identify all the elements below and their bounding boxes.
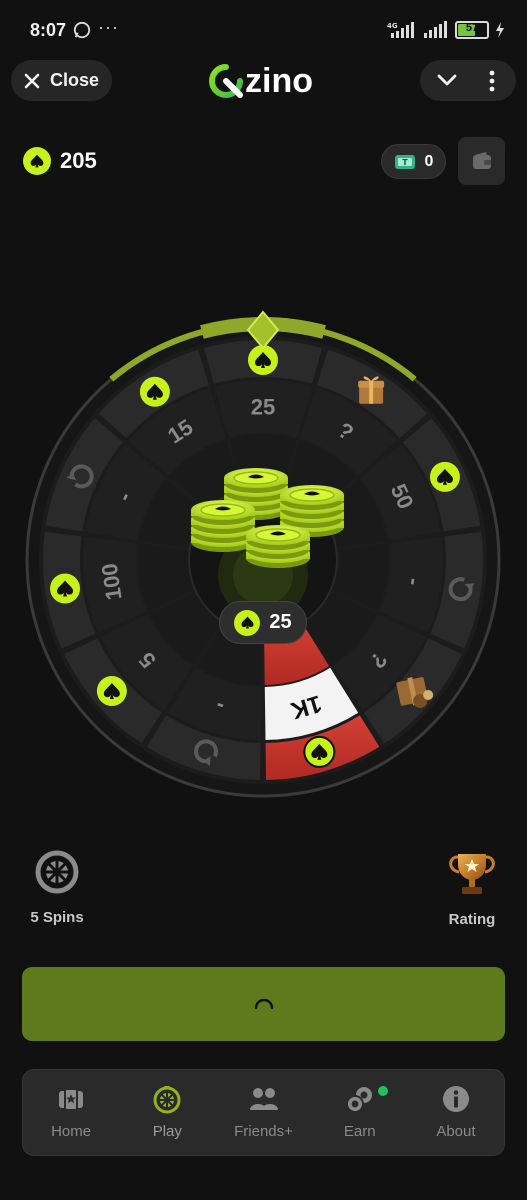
coin-stack <box>191 500 255 552</box>
nav-about[interactable]: About <box>408 1070 504 1155</box>
spade-coin-icon <box>234 609 261 636</box>
nav-play-label: Play <box>152 1123 182 1140</box>
loading-spinner-icon <box>254 998 273 1010</box>
nav-home[interactable]: Home <box>23 1070 119 1155</box>
current-bet-value: 25 <box>269 611 292 633</box>
coin-stack <box>246 525 310 568</box>
wheel-prize-label: 25 <box>251 395 275 420</box>
spin-button[interactable] <box>22 967 505 1041</box>
signal-4g-icon: 4G <box>387 22 414 38</box>
spade-prize-icon <box>303 735 336 768</box>
rating-button[interactable]: Rating <box>436 848 508 928</box>
status-bar: 8:07 ··· 4G 57 <box>0 0 527 60</box>
wheel-icon <box>153 1086 181 1114</box>
spade-coin-icon <box>23 147 51 175</box>
bottom-nav: Home Play Friends+ Earn About <box>22 1069 505 1156</box>
charging-icon <box>496 22 504 38</box>
close-button[interactable]: Close <box>11 60 112 101</box>
wheel-body: 25?50-?1K-5100-15 <box>25 310 501 798</box>
ton-balance[interactable]: T 0 <box>381 144 446 179</box>
friends-icon <box>249 1088 278 1110</box>
wheel-icon <box>35 850 79 894</box>
coins-icon <box>345 1087 372 1113</box>
nav-earn[interactable]: Earn <box>312 1070 408 1155</box>
logo-mark-icon <box>209 64 243 98</box>
ticket-icon: T <box>394 154 415 169</box>
status-time: 8:07 <box>30 20 67 40</box>
more-options-icon[interactable] <box>488 70 496 92</box>
more-notifications-icon: ··· <box>98 17 119 37</box>
svg-text:T: T <box>402 158 408 167</box>
svg-text:4G: 4G <box>387 22 398 30</box>
chevron-down-icon[interactable] <box>437 73 457 87</box>
nav-home-label: Home <box>51 1123 92 1140</box>
battery-icon: 57 <box>455 21 489 39</box>
spade-prize-icon <box>139 376 170 407</box>
notification-dot <box>377 1086 388 1096</box>
spade-prize-icon <box>96 675 127 706</box>
menu-controls <box>420 60 516 101</box>
ton-value: 0 <box>424 152 434 170</box>
wheel-prize-label: 100 <box>97 562 127 602</box>
wallet-button[interactable] <box>458 137 505 185</box>
spade-prize-icon <box>429 461 460 492</box>
home-icon <box>59 1088 84 1111</box>
trophy-icon <box>449 854 495 894</box>
spade-prize-icon <box>50 573 81 604</box>
rating-label: Rating <box>448 911 496 928</box>
whatsapp-icon <box>73 21 91 39</box>
spins-counter[interactable]: 5 Spins <box>22 848 92 926</box>
signal-icon <box>424 21 447 38</box>
top-bar: Close zino <box>0 60 527 104</box>
prize-wheel[interactable]: 25?50-?1K-5100-15 <box>18 310 508 810</box>
nav-about-label: About <box>436 1123 476 1140</box>
wallet-icon <box>472 152 491 169</box>
app-logo: zino <box>209 62 313 100</box>
close-icon <box>24 73 40 88</box>
current-bet-badge: 25 <box>219 601 307 644</box>
logo-text: zino <box>245 61 313 100</box>
nav-friends[interactable]: Friends+ <box>215 1070 311 1155</box>
nav-friends-label: Friends+ <box>234 1123 293 1140</box>
system-indicators: 4G 57 <box>387 20 505 40</box>
nav-play[interactable]: Play <box>119 1070 215 1155</box>
spins-label: 5 Spins <box>30 909 84 926</box>
info-icon <box>442 1086 469 1112</box>
nav-earn-label: Earn <box>343 1123 376 1140</box>
close-label: Close <box>49 70 100 90</box>
points-value: 205 <box>60 148 97 173</box>
points-balance: 205 <box>23 147 97 175</box>
